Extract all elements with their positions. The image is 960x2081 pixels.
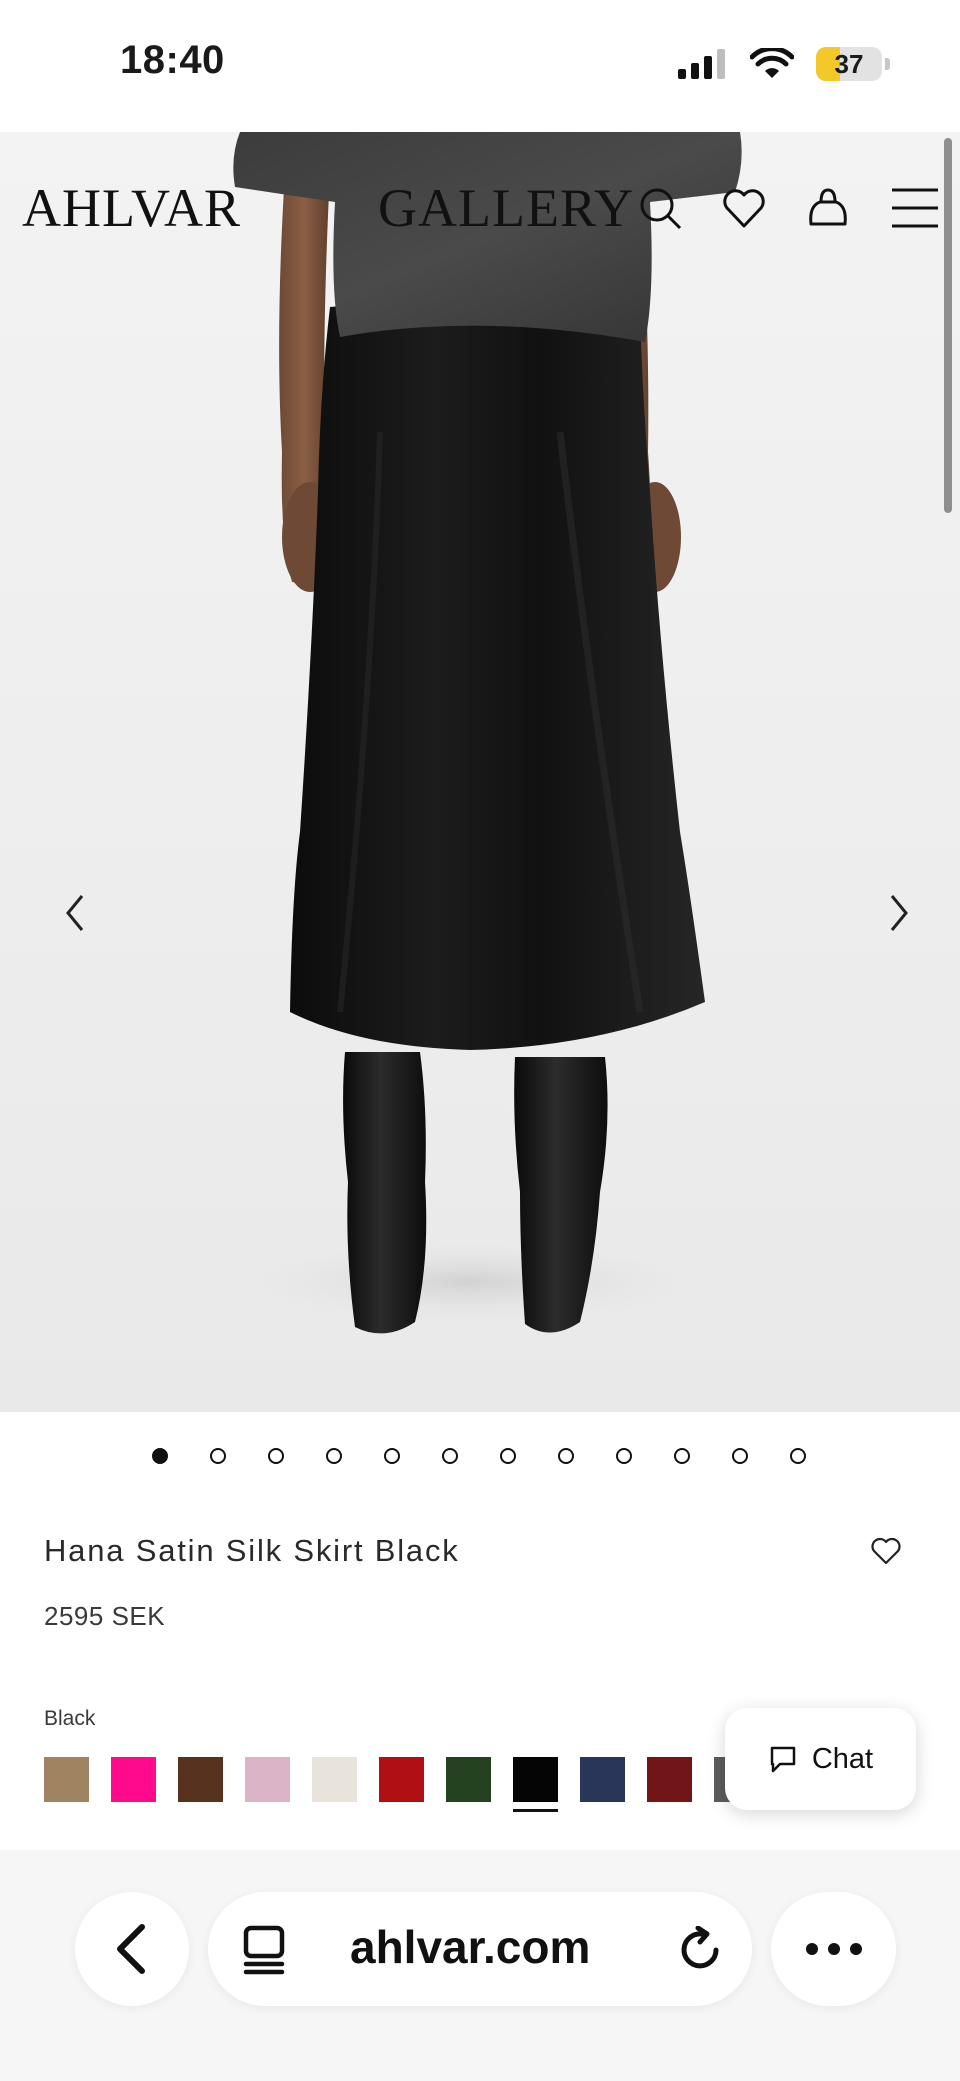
gallery-link[interactable]: GALLERY (378, 177, 634, 239)
site-header: AHLVAR GALLERY (0, 132, 960, 282)
color-swatch[interactable] (44, 1757, 89, 1802)
color-swatch[interactable] (379, 1757, 424, 1802)
more-button[interactable] (771, 1892, 896, 2006)
reload-icon[interactable] (676, 1926, 724, 1974)
pagination-dot[interactable] (442, 1448, 458, 1464)
color-swatch[interactable] (111, 1757, 156, 1802)
pagination-dot[interactable] (210, 1448, 226, 1464)
color-swatch[interactable] (178, 1757, 223, 1802)
color-swatch[interactable] (312, 1757, 357, 1802)
color-swatch[interactable] (446, 1757, 491, 1802)
color-swatch[interactable] (513, 1757, 558, 1802)
product-photo (0, 132, 960, 1412)
tabs-icon[interactable] (240, 1925, 288, 1975)
battery-indicator: 37 (816, 47, 882, 81)
product-name: Hana Satin Silk Skirt Black (44, 1533, 460, 1568)
status-bar: 18:40 37 (0, 0, 960, 132)
menu-icon[interactable] (890, 184, 940, 232)
address-bar[interactable]: ahlvar.com (208, 1892, 752, 2006)
back-button[interactable] (75, 1892, 189, 2006)
color-swatch[interactable] (580, 1757, 625, 1802)
pagination-dot[interactable] (558, 1448, 574, 1464)
selected-swatch-indicator (513, 1809, 558, 1812)
status-time: 18:40 (120, 38, 225, 82)
product-price: 2595 SEK (44, 1601, 166, 1631)
pagination-dot[interactable] (384, 1448, 400, 1464)
chat-button[interactable]: Chat (725, 1708, 916, 1810)
pagination-dot[interactable] (326, 1448, 342, 1464)
page-scrollbar[interactable] (944, 138, 952, 513)
image-pagination (0, 1448, 960, 1472)
back-arrow-icon (117, 1924, 145, 1974)
pagination-dot[interactable] (732, 1448, 748, 1464)
product-image[interactable] (0, 132, 960, 1412)
url-text: ahlvar.com (350, 1921, 591, 1973)
bag-icon[interactable] (804, 184, 852, 232)
battery-level: 37 (834, 48, 864, 79)
battery-tip (885, 58, 890, 70)
chat-label: Chat (811, 1742, 874, 1775)
more-icon (805, 1943, 862, 1955)
pagination-dot[interactable] (268, 1448, 284, 1464)
heart-icon[interactable] (870, 1535, 902, 1567)
pagination-dot[interactable] (152, 1448, 168, 1464)
selected-color-label: Black (44, 1707, 96, 1730)
heart-icon[interactable] (720, 184, 768, 232)
pagination-dot[interactable] (790, 1448, 806, 1464)
chat-bubble-icon (770, 1746, 796, 1773)
color-swatches (44, 1757, 734, 1813)
color-swatch[interactable] (245, 1757, 290, 1802)
search-icon[interactable] (636, 184, 684, 232)
chevron-left-icon[interactable] (56, 892, 96, 934)
wifi-icon (750, 48, 794, 78)
pagination-dot[interactable] (616, 1448, 632, 1464)
status-icons: 37 (678, 44, 890, 84)
chevron-right-icon[interactable] (878, 892, 918, 934)
browser-toolbar: ahlvar.com (0, 1850, 960, 2081)
signal-icon (678, 49, 725, 79)
color-swatch[interactable] (647, 1757, 692, 1802)
pagination-dot[interactable] (674, 1448, 690, 1464)
pagination-dot[interactable] (500, 1448, 516, 1464)
site-logo[interactable]: AHLVAR (22, 177, 241, 239)
